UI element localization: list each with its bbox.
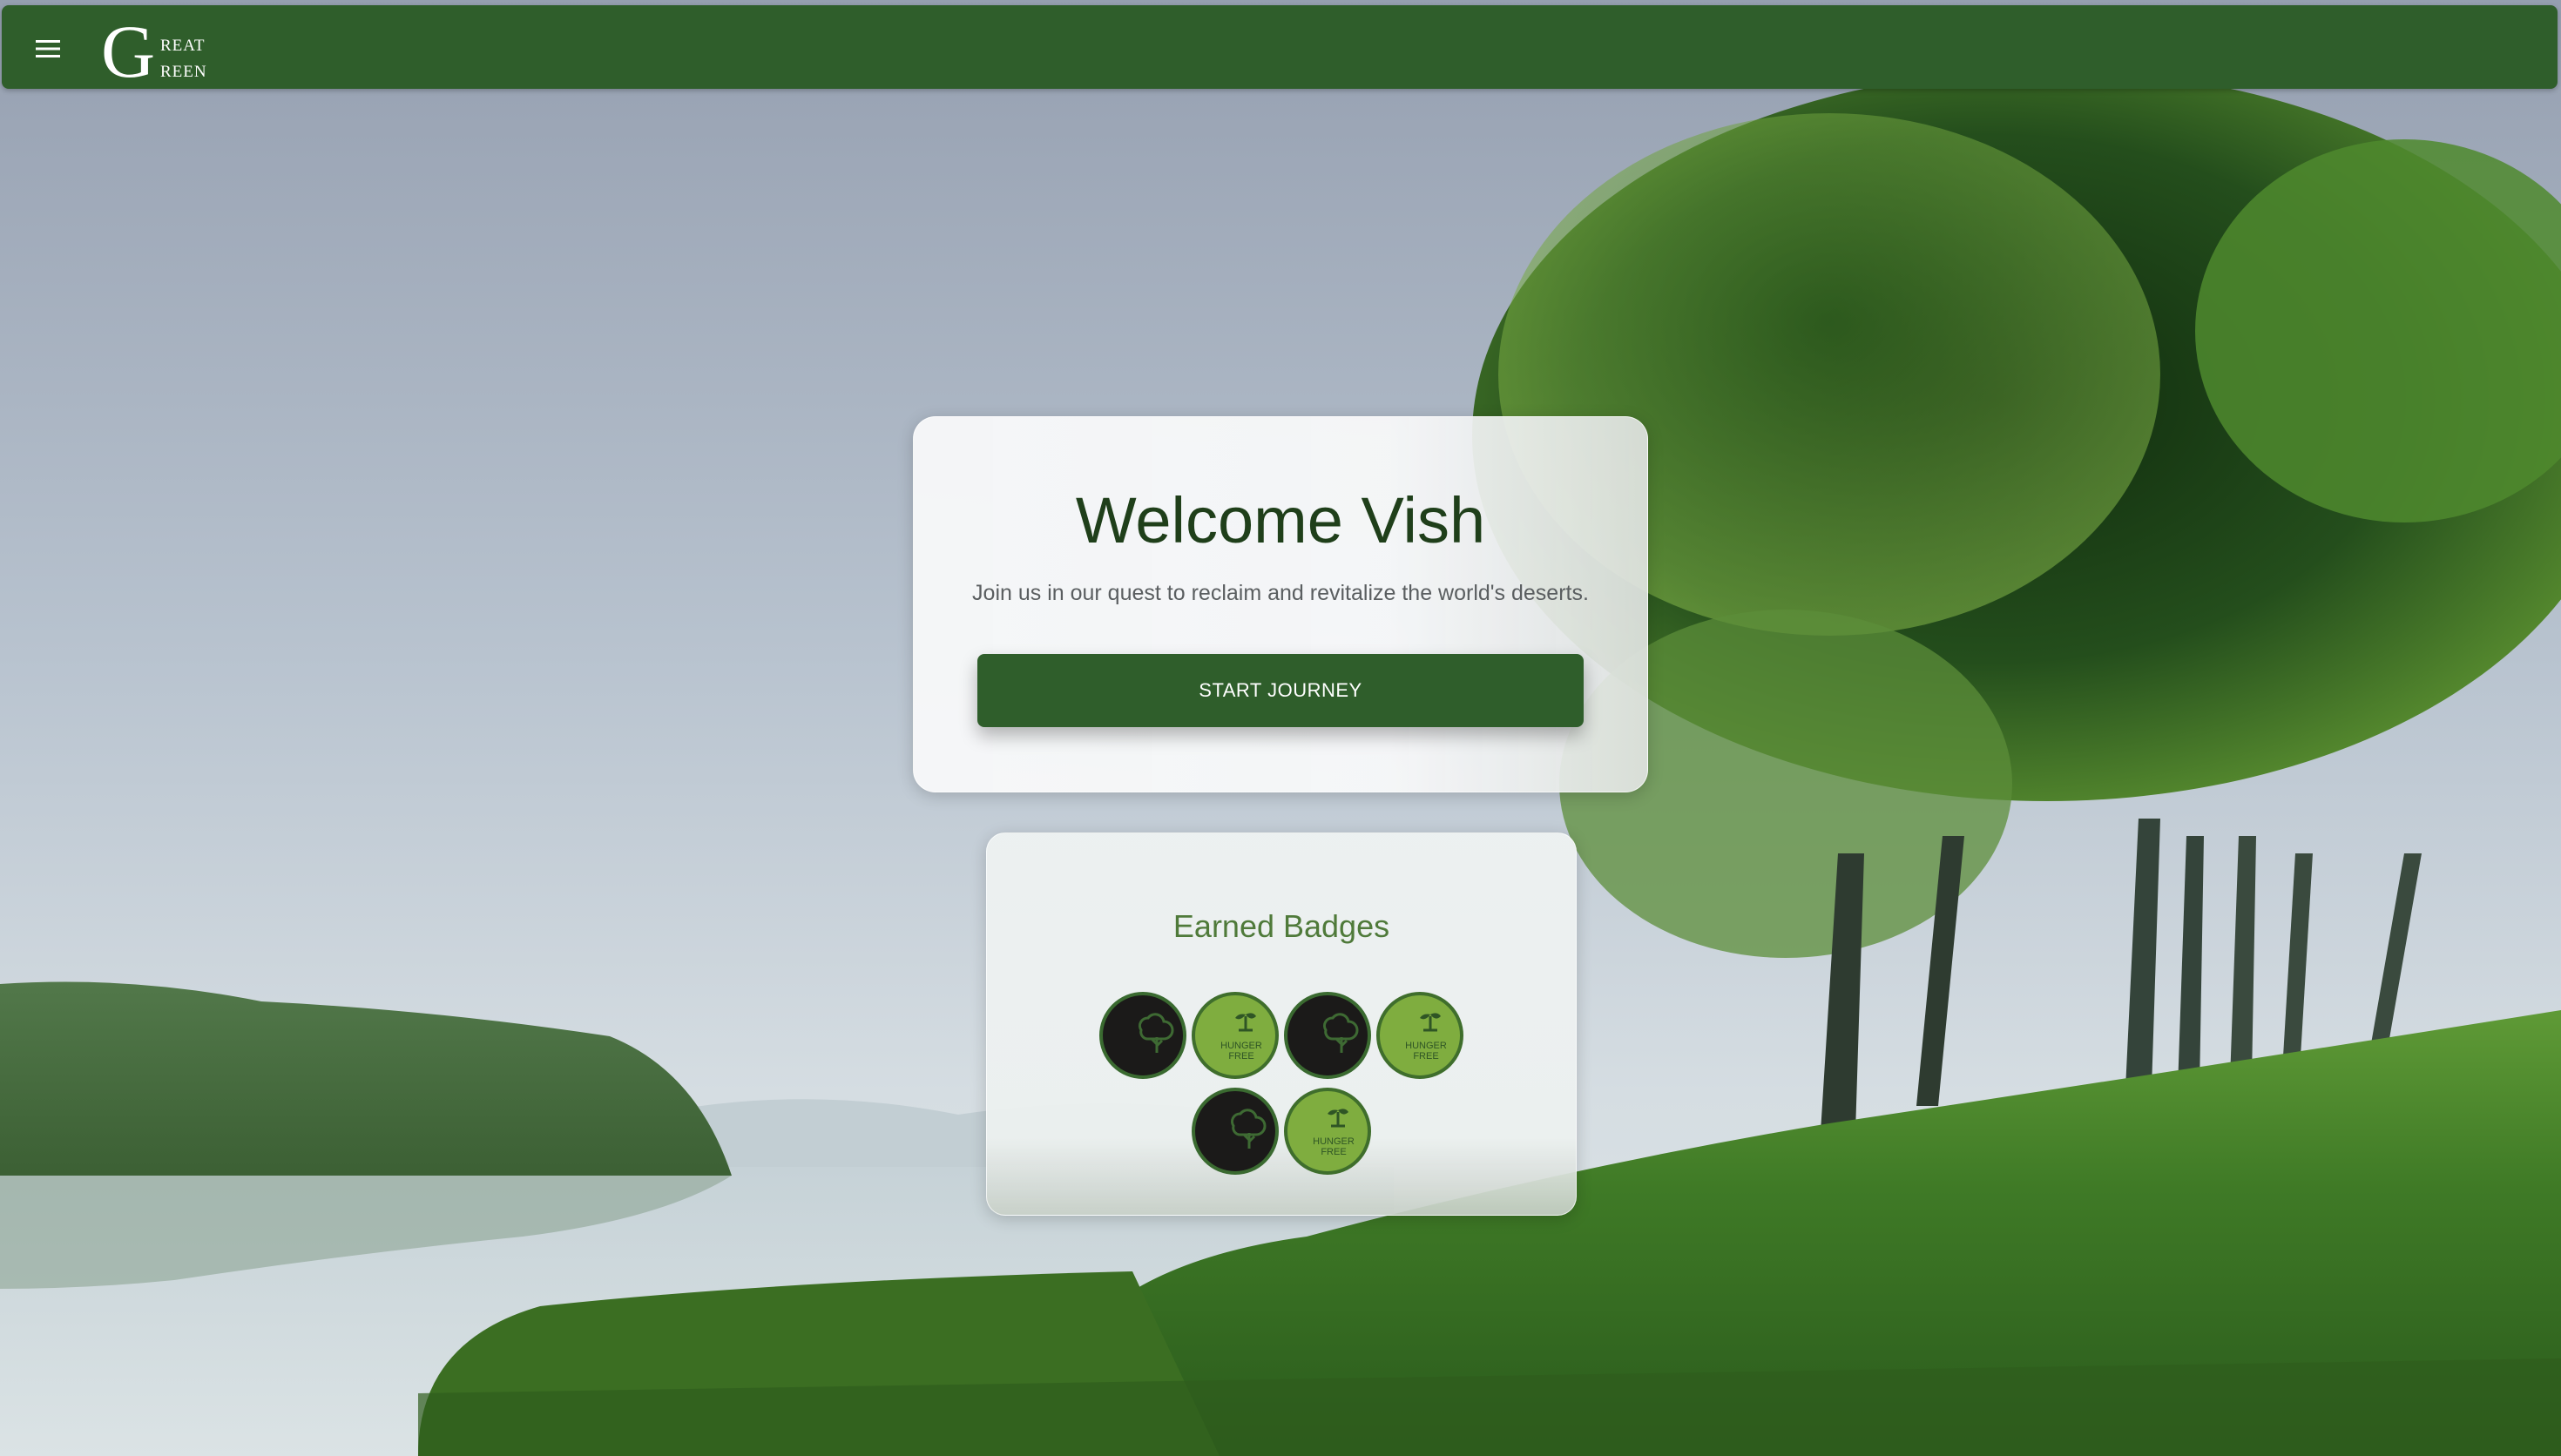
page: G REAT REEN Welcome Vish Join us in our … — [0, 0, 2561, 1456]
tree-icon — [1230, 1109, 1267, 1149]
welcome-title: Welcome Vish — [1075, 484, 1486, 556]
tree-badge[interactable] — [1284, 992, 1371, 1079]
badge-text-line1: HUNGER — [1220, 1041, 1262, 1051]
sprout-icon — [1420, 1013, 1441, 1032]
badge-row: HUNGER FREE — [987, 1088, 1576, 1175]
sprout-icon — [1328, 1109, 1348, 1128]
welcome-subtitle: Join us in our quest to reclaim and revi… — [972, 581, 1589, 605]
tree-icon — [1138, 1013, 1174, 1053]
hunger-free-badge[interactable]: HUNGER FREE — [1376, 992, 1463, 1079]
logo-word-great: REAT — [160, 37, 206, 55]
hamburger-menu-icon — [36, 40, 60, 57]
logo-word-green: REEN — [160, 63, 207, 81]
tree-badge[interactable] — [1192, 1088, 1279, 1175]
badge-row: HUNGER FREE HUNGER FREE — [987, 992, 1576, 1079]
start-journey-button[interactable]: START JOURNEY — [977, 654, 1584, 727]
top-app-bar: G REAT REEN — [2, 5, 2558, 89]
badge-text-line2: FREE — [1413, 1051, 1439, 1062]
tree-icon — [1322, 1013, 1359, 1053]
badge-text-line2: FREE — [1321, 1147, 1347, 1157]
badge-text-line1: HUNGER — [1405, 1041, 1447, 1051]
hunger-free-label: HUNGER FREE — [1392, 1041, 1460, 1062]
tree-badge[interactable] — [1099, 992, 1186, 1079]
logo-initial: G — [101, 10, 156, 93]
menu-button[interactable] — [26, 26, 71, 71]
badge-text-line2: FREE — [1228, 1051, 1254, 1062]
badge-text-line1: HUNGER — [1313, 1136, 1355, 1147]
earned-badges-title: Earned Badges — [1172, 908, 1390, 944]
hunger-free-badge[interactable]: HUNGER FREE — [1192, 992, 1279, 1079]
hunger-free-label: HUNGER FREE — [1207, 1041, 1275, 1062]
earned-badges-card: Earned Badges HUNGER FREE HUNGER FREE HU… — [986, 832, 1577, 1216]
sprout-icon — [1235, 1013, 1256, 1032]
welcome-card: Welcome Vish Join us in our quest to rec… — [913, 416, 1648, 792]
hunger-free-label: HUNGER FREE — [1300, 1136, 1368, 1157]
hunger-free-badge[interactable]: HUNGER FREE — [1284, 1088, 1371, 1175]
